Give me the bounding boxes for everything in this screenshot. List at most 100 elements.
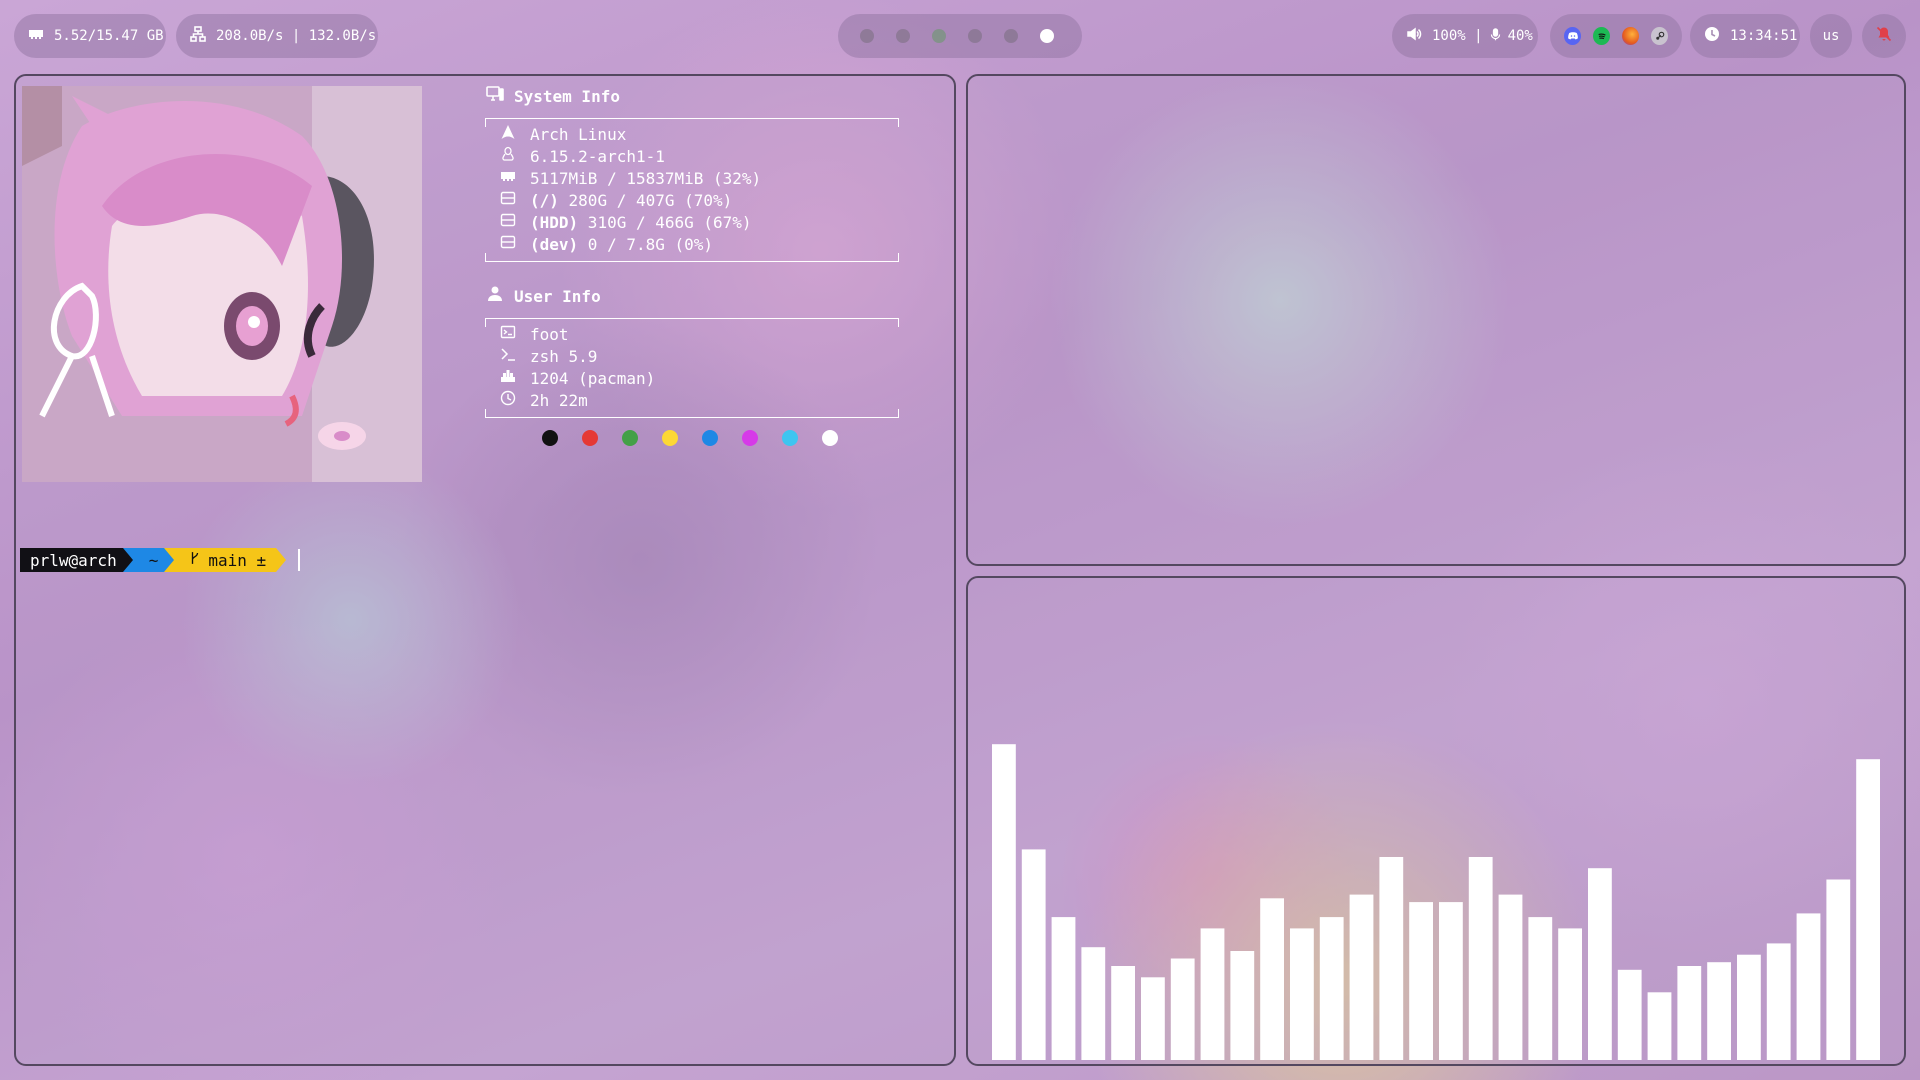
clock-widget[interactable]: 13:34:51 (1690, 14, 1800, 58)
memory-widget[interactable]: 5.52/15.47 GB (14, 14, 166, 58)
top-bar: 5.52/15.47 GB 208.0B/s | 132.0B/s 100% |… (0, 14, 1920, 58)
memory-label: 5.52/15.47 GB (54, 28, 164, 44)
color-palette (542, 430, 898, 446)
monitor-icon (486, 85, 504, 109)
system-info-title: System Info (514, 87, 620, 106)
visualizer-bar (1200, 928, 1225, 1060)
disk-icon (500, 190, 516, 212)
notification-button[interactable] (1862, 14, 1906, 58)
user-info-box: foot zsh 5.9 1204 (pacman) 2h 22m (485, 318, 899, 418)
info-text: Arch Linux (530, 125, 627, 144)
git-branch-label: main ± (208, 550, 267, 570)
info-value: 2h 22m (530, 390, 588, 412)
visualizer-bar (1409, 902, 1433, 1060)
disk-icon (500, 234, 516, 256)
info-value: (dev) 0 / 7.8G (0%) (530, 234, 713, 256)
info-value: Arch Linux (530, 124, 626, 146)
palette-swatch (742, 430, 758, 446)
terminal-window[interactable]: System Info Arch Linux 6.15.2-arch1-1 5117… (14, 74, 956, 1066)
info-key: (dev) (530, 235, 579, 254)
info-row: Arch Linux (500, 124, 884, 146)
info-row: (HDD) 310G / 466G (67%) (500, 212, 884, 234)
info-value: 6.15.2-arch1-1 (530, 146, 665, 168)
visualizer-bar (1319, 917, 1344, 1060)
visualizer-bar (1856, 759, 1880, 1060)
prompt-separator (164, 548, 175, 572)
prompt-directory: ~ (132, 548, 165, 572)
linux-icon (500, 146, 516, 168)
text-cursor (298, 549, 301, 571)
info-value: zsh 5.9 (530, 346, 597, 368)
visualizer-bar (1677, 966, 1702, 1060)
shell-icon (500, 346, 516, 368)
terminal-icon (500, 324, 516, 346)
clock-icon (500, 390, 516, 412)
visualizer-bar (1081, 947, 1106, 1060)
network-label: 208.0B/s | 132.0B/s (216, 28, 377, 44)
clock-label: 13:34:51 (1730, 28, 1798, 44)
user-icon (486, 285, 504, 309)
visualizer-bar (1588, 868, 1612, 1060)
mic-label: 40% (1507, 28, 1533, 44)
spotify-icon[interactable] (1593, 27, 1610, 45)
firefox-icon[interactable] (1622, 27, 1639, 45)
visualizer-bar (1498, 894, 1523, 1060)
visualizer-bar (1260, 898, 1284, 1060)
workspace-4[interactable] (968, 29, 982, 43)
info-text: 1204 (pacman) (530, 369, 656, 388)
cava-visualizer-window[interactable] (966, 576, 1906, 1066)
git-branch-icon (190, 550, 200, 570)
steam-icon[interactable] (1651, 27, 1668, 45)
visualizer-bar (1826, 879, 1851, 1060)
package-icon (500, 368, 516, 390)
info-text: zsh 5.9 (530, 347, 598, 366)
info-row: 1204 (pacman) (500, 368, 884, 390)
prompt-separator (122, 548, 133, 572)
visualizer-bar (1349, 894, 1374, 1060)
info-value: foot (530, 324, 569, 346)
visualizer-bar (1021, 849, 1046, 1060)
workspace-5[interactable] (1004, 29, 1018, 43)
visualizer-bar (1468, 857, 1493, 1060)
info-text: 280G / 407G (70%) (558, 191, 733, 210)
workspace-3[interactable] (932, 29, 946, 43)
visualizer-bar (1707, 962, 1731, 1060)
shell-prompt[interactable]: prlw@arch ~ main ± (20, 548, 301, 572)
audio-visualizer (992, 744, 1880, 1060)
pipes-window[interactable] (966, 74, 1906, 566)
info-text: 0 / 7.8G (0%) (578, 235, 714, 254)
discord-icon[interactable] (1564, 27, 1581, 45)
info-text: foot (530, 325, 569, 344)
anime-girl-artwork (22, 86, 422, 482)
user-info-heading: User Info (486, 286, 898, 308)
audio-widget[interactable]: 100% | 40% (1392, 14, 1538, 58)
info-value: (/) 280G / 407G (70%) (530, 190, 732, 212)
visualizer-bar (992, 744, 1016, 1060)
workspace-2[interactable] (896, 29, 910, 43)
system-info-heading: System Info (486, 86, 898, 108)
info-text: 5117MiB / 15837MiB (32%) (530, 169, 762, 188)
workspace-6[interactable] (1040, 29, 1054, 43)
prompt-user: prlw@arch (20, 548, 123, 572)
workspace-1[interactable] (860, 29, 874, 43)
mic-icon (1489, 27, 1502, 45)
palette-swatch (582, 430, 598, 446)
volume-icon (1406, 26, 1422, 46)
visualizer-bar (1141, 977, 1165, 1060)
workspace-switcher (838, 14, 1082, 58)
palette-swatch (782, 430, 798, 446)
arch-icon (500, 124, 516, 146)
visualizer-bar (1528, 917, 1553, 1060)
memory-icon (500, 168, 516, 190)
visualizer-bar (1737, 954, 1761, 1060)
visualizer-bar (1766, 943, 1791, 1060)
audio-values: 100% | 40% (1432, 27, 1533, 45)
system-info-box: Arch Linux 6.15.2-arch1-1 5117MiB / 15837M… (485, 118, 899, 262)
palette-swatch (702, 430, 718, 446)
network-widget[interactable]: 208.0B/s | 132.0B/s (176, 14, 378, 58)
keyboard-layout-widget[interactable]: us (1810, 14, 1852, 58)
visualizer-bar (1558, 928, 1582, 1060)
info-row: zsh 5.9 (500, 346, 884, 368)
visualizer-bar (1290, 928, 1314, 1060)
info-row: (/) 280G / 407G (70%) (500, 190, 884, 212)
